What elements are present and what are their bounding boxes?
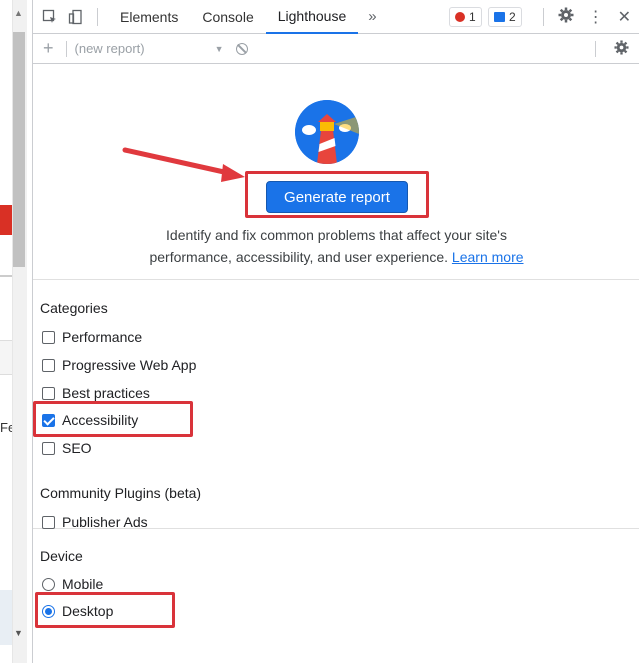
description-line-2: performance, accessibility, and user exp… xyxy=(33,246,639,268)
toolbar-right-controls: ⋮ ✕ xyxy=(542,0,631,34)
annotation-arrow-icon xyxy=(122,147,245,182)
generate-report-button[interactable]: Generate report xyxy=(266,181,408,213)
page-image xyxy=(0,590,12,645)
inspect-element-icon[interactable] xyxy=(39,6,61,28)
device-heading: Device xyxy=(40,548,83,564)
category-seo[interactable]: SEO xyxy=(42,440,92,456)
categories-section: Categories Performance Progressive Web A… xyxy=(33,280,639,530)
devtools-panel: Elements Console Lighthouse » 1 2 ⋮ ✕ + … xyxy=(32,0,639,663)
subbar-right xyxy=(595,34,629,64)
device-label: Desktop xyxy=(62,603,114,619)
lighthouse-settings-gear-icon[interactable] xyxy=(614,40,629,58)
publisher-ads-checkbox[interactable] xyxy=(42,515,55,529)
plugins-heading: Community Plugins (beta) xyxy=(40,485,202,501)
more-options-menu-icon[interactable]: ⋮ xyxy=(588,7,604,27)
tab-console[interactable]: Console xyxy=(190,0,265,34)
device-mobile-option[interactable]: Mobile xyxy=(42,576,103,592)
tab-lighthouse[interactable]: Lighthouse xyxy=(265,0,359,34)
seo-checkbox[interactable] xyxy=(42,441,55,455)
lighthouse-toolbar: + (new report) ▼ xyxy=(33,34,639,64)
categories-heading: Categories xyxy=(40,300,108,316)
accessibility-checkbox[interactable] xyxy=(42,413,55,427)
message-count: 2 xyxy=(509,9,516,24)
best-practices-checkbox[interactable] xyxy=(42,386,55,400)
device-section: Device Mobile Desktop xyxy=(33,529,639,662)
performance-checkbox[interactable] xyxy=(42,330,55,344)
page-scrollbar-thumb[interactable] xyxy=(13,32,25,267)
category-label: Performance xyxy=(62,329,143,345)
category-label: Accessibility xyxy=(62,412,139,428)
scroll-up-arrow-icon[interactable]: ▲ xyxy=(14,8,23,18)
message-icon xyxy=(494,11,505,22)
page-behind-devtools: Fe ▲ ▼ xyxy=(0,0,32,663)
lighthouse-start-view: Generate report Identify and fix common … xyxy=(33,64,639,280)
scroll-down-arrow-icon[interactable]: ▼ xyxy=(14,628,23,638)
page-block xyxy=(0,340,12,375)
toolbar-separator xyxy=(542,8,544,26)
pwa-checkbox[interactable] xyxy=(42,358,55,372)
category-performance[interactable]: Performance xyxy=(42,329,142,345)
report-select[interactable]: (new report) xyxy=(75,41,145,56)
page-red-banner xyxy=(0,205,12,235)
lighthouse-logo-icon xyxy=(295,100,359,164)
more-tabs-icon[interactable]: » xyxy=(358,8,386,25)
category-label: Progressive Web App xyxy=(62,357,197,373)
device-desktop-option[interactable]: Desktop xyxy=(42,603,113,619)
close-devtools-icon[interactable]: ✕ xyxy=(618,7,631,27)
device-toolbar-icon[interactable] xyxy=(65,6,87,28)
learn-more-link[interactable]: Learn more xyxy=(452,249,524,265)
category-pwa[interactable]: Progressive Web App xyxy=(42,357,196,373)
error-count: 1 xyxy=(469,9,476,24)
error-icon xyxy=(455,11,465,22)
description-line-1: Identify and fix common problems that af… xyxy=(166,227,507,243)
error-count-badge[interactable]: 1 xyxy=(449,6,482,27)
subbar-separator xyxy=(595,41,596,57)
description-line-2-text: performance, accessibility, and user exp… xyxy=(149,249,449,265)
mobile-radio[interactable] xyxy=(42,577,55,591)
tab-elements[interactable]: Elements xyxy=(108,0,190,34)
devtools-toolbar: Elements Console Lighthouse » 1 2 ⋮ ✕ xyxy=(33,0,639,34)
message-count-badge[interactable]: 2 xyxy=(488,6,522,27)
settings-gear-icon[interactable] xyxy=(558,7,574,28)
clear-reports-icon[interactable] xyxy=(235,42,248,55)
toolbar-separator xyxy=(97,7,98,26)
desktop-radio[interactable] xyxy=(42,604,55,618)
device-label: Mobile xyxy=(62,576,104,592)
category-accessibility[interactable]: Accessibility xyxy=(42,412,138,428)
report-dropdown-caret-icon[interactable]: ▼ xyxy=(215,44,224,54)
category-label: SEO xyxy=(62,440,92,456)
lighthouse-description: Identify and fix common problems that af… xyxy=(33,224,639,268)
category-label: Best practices xyxy=(62,385,150,401)
subbar-separator xyxy=(65,40,67,57)
page-divider xyxy=(0,275,12,277)
new-report-plus-icon[interactable]: + xyxy=(43,38,54,59)
plugin-label: Publisher Ads xyxy=(62,514,148,530)
plugin-publisher-ads[interactable]: Publisher Ads xyxy=(42,514,148,530)
category-best-practices[interactable]: Best practices xyxy=(42,385,150,401)
